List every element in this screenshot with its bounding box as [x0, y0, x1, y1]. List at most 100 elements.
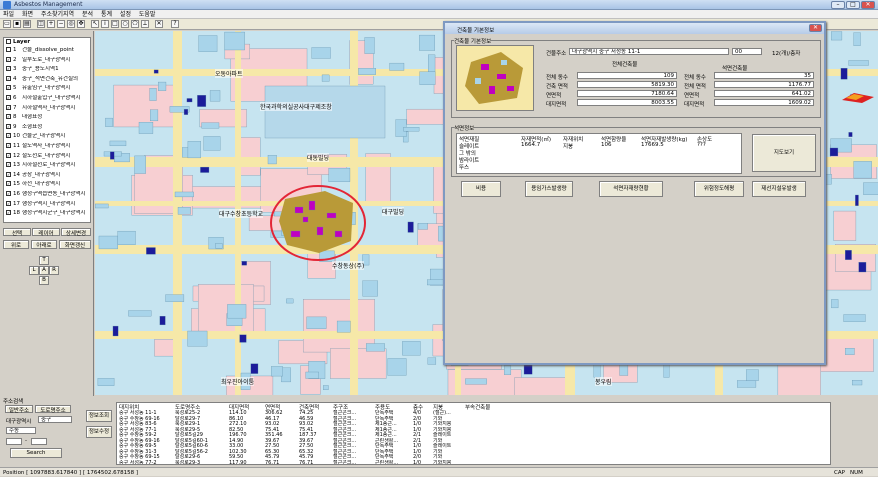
layer-row[interactable]: ✓ 4 중구_석면건축_유건실의 — [6, 75, 90, 83]
stat-value-field[interactable]: 8003.55 — [577, 99, 677, 106]
tab-select[interactable]: 선택 — [3, 228, 31, 237]
asbestos-stat-value-field[interactable]: 641.02 — [714, 90, 814, 97]
layer-row[interactable]: ✓ 8 대형표정 — [6, 114, 90, 121]
layer-row[interactable]: ✓ 2 일부도로_대구광역시 — [6, 56, 90, 64]
circle-icon[interactable]: ○ — [121, 20, 129, 28]
district-select[interactable]: 중구 — [38, 416, 72, 423]
stat-value-field[interactable]: 7180.64 — [577, 90, 677, 97]
selected-zone[interactable] — [270, 185, 366, 261]
layer-row[interactable]: ✓ 17 행정구역시_대구광역시 — [6, 200, 90, 208]
view-map-button[interactable]: 지도보기 — [752, 134, 816, 172]
menu-analysis[interactable]: 분석 — [82, 10, 93, 19]
tab-lot-address[interactable]: 일반주소 — [5, 405, 33, 414]
menu-address[interactable]: 주소찾기지역 — [41, 10, 74, 19]
maximize-button[interactable]: □ — [846, 1, 860, 9]
menu-statistics[interactable]: 통계 — [101, 10, 112, 19]
layer-row[interactable]: ✓ 10 건물군_대구광역시 — [6, 133, 90, 140]
layer-checkbox[interactable]: ✓ — [6, 200, 11, 206]
clear-icon[interactable]: ✕ — [155, 20, 163, 28]
layer-row[interactable]: ✓ 12 철도선로_대구광역시 — [6, 152, 90, 160]
layer-checkbox[interactable] — [6, 47, 11, 52]
layer-checkbox[interactable]: ✓ — [6, 143, 11, 148]
save-icon[interactable]: ▪ — [13, 20, 21, 28]
layer-row[interactable]: ✓ 14 공장_대구광역시 — [6, 171, 90, 179]
minimize-button[interactable]: – — [831, 1, 845, 9]
tab-layer[interactable]: 레이어 — [32, 228, 60, 237]
zoom-full-icon[interactable]: ◎ — [67, 20, 75, 28]
layer-row[interactable]: ✓ 18 행정구역시군구_대구광역시 — [6, 210, 90, 217]
bunji-sub-field[interactable] — [31, 438, 47, 445]
menu-help[interactable]: 도움말 — [139, 10, 156, 19]
close-button[interactable]: ✕ — [861, 1, 875, 9]
menu-file[interactable]: 파일 — [3, 10, 14, 19]
zoom-in-icon[interactable]: + — [47, 20, 55, 28]
dust-emission-button[interactable]: 제선지설유발생 — [752, 181, 806, 197]
layer-checkbox[interactable]: ✓ — [6, 133, 11, 139]
zoom-out-icon[interactable]: − — [57, 20, 65, 28]
info-edit-button[interactable]: 정보수정 — [86, 426, 112, 438]
pan-icon[interactable]: ✥ — [77, 20, 85, 28]
rectangle-icon[interactable]: □ — [111, 20, 119, 28]
layer-checkbox[interactable]: ✓ — [6, 66, 11, 72]
nav-down-button[interactable]: B — [39, 276, 49, 285]
tab-road-address[interactable]: 도로명주소 — [35, 405, 71, 414]
help-icon[interactable]: ? — [171, 20, 179, 28]
layer-checkbox[interactable]: ✓ — [6, 210, 11, 216]
refresh-button[interactable]: 화면갱신 — [59, 240, 91, 249]
material-status-button[interactable]: 석면자재량현황 — [599, 181, 663, 197]
layer-header-checkbox[interactable] — [6, 39, 11, 44]
layer-checkbox[interactable]: ✓ — [6, 191, 11, 196]
layer-checkbox[interactable]: ✓ — [6, 56, 11, 62]
address-extra-field[interactable]: 00 — [732, 48, 762, 55]
layer-row[interactable]: ✓ 6 지하철출입구_대구광역시 — [6, 95, 90, 102]
print-icon[interactable]: ▤ — [23, 20, 31, 28]
nav-right-button[interactable]: R — [49, 266, 59, 275]
layer-row[interactable]: ✓ 11 철도역사_대구광역시 — [6, 143, 90, 150]
address-field[interactable]: 대구광역시 중구 서성동 11-1 — [569, 48, 729, 55]
layer-checkbox[interactable]: ✓ — [6, 85, 11, 91]
layer-row[interactable]: ✓ 5 유출임구_대구광역시 — [6, 85, 90, 92]
cost-button[interactable]: 비용 — [461, 181, 501, 197]
layer-checkbox[interactable]: ✓ — [6, 152, 11, 158]
move-up-button[interactable]: 위로 — [3, 240, 29, 249]
layer-checkbox[interactable]: ✓ — [6, 95, 11, 100]
bunji-main-field[interactable] — [6, 438, 22, 445]
layer-row[interactable]: 1 건물_dissolve_point — [6, 47, 90, 54]
asbestos-stat-value-field[interactable]: 1176.77 — [714, 81, 814, 88]
measure-icon[interactable]: ⟂ — [141, 20, 149, 28]
risk-assessment-button[interactable]: 위험정도해평 — [694, 181, 744, 197]
search-button[interactable]: Search — [10, 448, 62, 458]
dialog-close-button[interactable]: ✕ — [809, 24, 822, 32]
layer-icon[interactable]: ◫ — [37, 20, 45, 28]
menu-view[interactable]: 화면 — [22, 10, 33, 19]
layer-row[interactable]: ✓ 7 지하철역사_대구광역시 — [6, 104, 90, 112]
layer-row[interactable]: ✓ 9 소형표정 — [6, 123, 90, 131]
asbestos-stat-value-field[interactable]: 35 — [714, 72, 814, 79]
layer-row[interactable]: ✓ 15 하천_대구광역시 — [6, 181, 90, 188]
layer-row[interactable]: ✓ 16 행정구역읍면동_대구광역시 — [6, 191, 90, 198]
layer-checkbox[interactable]: ✓ — [6, 171, 11, 177]
stat-value-field[interactable]: 5819.30 — [577, 81, 677, 88]
move-down-button[interactable]: 아래로 — [31, 240, 57, 249]
layer-checkbox[interactable]: ✓ — [6, 181, 11, 187]
open-icon[interactable]: ▭ — [3, 20, 11, 28]
layer-checkbox[interactable]: ✓ — [6, 123, 11, 129]
info-view-button[interactable]: 정보조회 — [86, 410, 112, 422]
select-icon[interactable]: ↖ — [91, 20, 99, 28]
asbestos-stat-value-field[interactable]: 1609.02 — [714, 99, 814, 106]
polygon-icon[interactable]: ⬠ — [131, 20, 139, 28]
nav-up-button[interactable]: T — [39, 256, 49, 265]
identify-icon[interactable]: i — [101, 20, 109, 28]
layer-row[interactable]: ✓ 13 지하철선로_대구광역시 — [6, 162, 90, 169]
menu-settings[interactable]: 설정 — [120, 10, 131, 19]
layer-row[interactable]: ✓ 3 중구_용도지역1 — [6, 66, 90, 73]
stat-value-field[interactable]: 109 — [577, 72, 677, 79]
nav-left-button[interactable]: L — [29, 266, 39, 275]
gas-emission-button[interactable]: 용임가스발생량 — [525, 181, 573, 197]
layer-checkbox[interactable]: ✓ — [6, 75, 11, 81]
layer-checkbox[interactable]: ✓ — [6, 114, 11, 120]
table-row[interactable]: 중구 서성동 77-2 북성로29-3 117.90 76.71 76.71 철근콘크..… — [117, 460, 830, 465]
layer-checkbox[interactable]: ✓ — [6, 104, 11, 110]
nav-center-button[interactable]: A — [39, 266, 49, 275]
tab-detail[interactable]: 상세변경 — [61, 228, 91, 237]
